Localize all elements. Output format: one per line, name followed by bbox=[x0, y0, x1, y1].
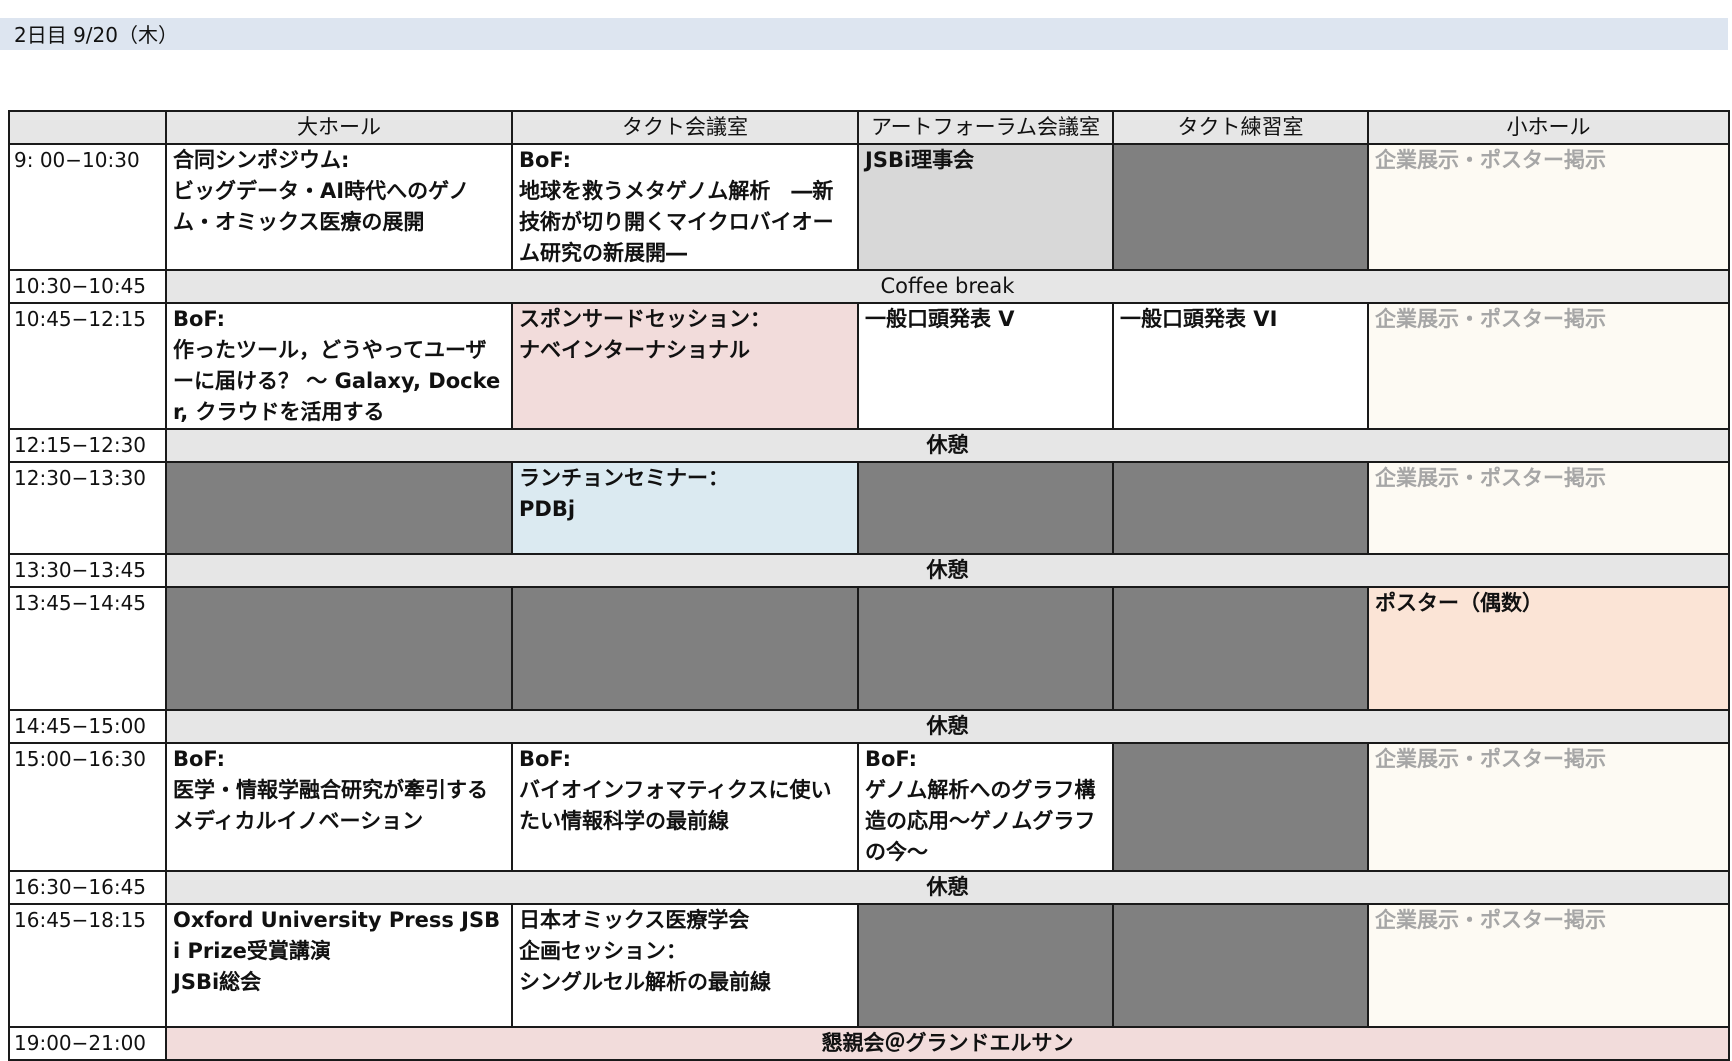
reception-row: 19:00−21:00 懇親会＠グランドエルサン bbox=[8, 1026, 1730, 1061]
header-room-takt-meeting: タクト会議室 bbox=[511, 110, 859, 145]
empty-cell bbox=[1112, 903, 1369, 1028]
session-cell: ランチョンセミナー： PDBj bbox=[511, 461, 859, 555]
break-cell: 休憩 bbox=[165, 553, 1730, 588]
poster-cell: ポスター（偶数） bbox=[1367, 586, 1730, 711]
day-title: 2日目 9/20（木） bbox=[0, 18, 1728, 50]
empty-cell bbox=[1112, 586, 1369, 711]
session-cell: 合同シンポジウム: ビッグデータ・AI時代へのゲノム・オミックス医療の展開 bbox=[165, 143, 513, 271]
session-cell: 一般口頭発表 V bbox=[857, 302, 1114, 430]
break-cell: 休憩 bbox=[165, 428, 1730, 463]
time-cell: 10:45−12:15 bbox=[8, 302, 167, 430]
time-cell: 14:45−15:00 bbox=[8, 709, 167, 744]
header-room-small-hall: 小ホール bbox=[1367, 110, 1730, 145]
time-cell: 15:00−16:30 bbox=[8, 742, 167, 872]
time-cell: 19:00−21:00 bbox=[8, 1026, 167, 1061]
exhibit-cell: 企業展示・ポスター掲示 bbox=[1367, 742, 1730, 872]
schedule-row: 15:00−16:30 BoF: 医学・情報学融合研究が牽引するメディカルイノベ… bbox=[8, 742, 1730, 872]
session-cell: Oxford University Press JSBi Prize受賞講演 J… bbox=[165, 903, 513, 1028]
empty-cell bbox=[1112, 143, 1369, 271]
time-cell: 13:30−13:45 bbox=[8, 553, 167, 588]
time-cell: 12:15−12:30 bbox=[8, 428, 167, 463]
empty-cell bbox=[1112, 461, 1369, 555]
header-room-takt-practice: タクト練習室 bbox=[1112, 110, 1369, 145]
break-row: 16:30−16:45 休憩 bbox=[8, 870, 1730, 905]
schedule-row: 16:45−18:15 Oxford University Press JSBi… bbox=[8, 903, 1730, 1028]
header-time bbox=[8, 110, 167, 145]
header-row: 大ホール タクト会議室 アートフォーラム会議室 タクト練習室 小ホール bbox=[8, 110, 1730, 145]
time-cell: 12:30−13:30 bbox=[8, 461, 167, 555]
empty-cell bbox=[857, 461, 1114, 555]
schedule-table: 大ホール タクト会議室 アートフォーラム会議室 タクト練習室 小ホール 9: 0… bbox=[8, 110, 1730, 1061]
session-cell: BoF: 地球を救うメタゲノム解析 ―新技術が切り開くマイクロバイオーム研究の新… bbox=[511, 143, 859, 271]
time-cell: 16:30−16:45 bbox=[8, 870, 167, 905]
reception-cell: 懇親会＠グランドエルサン bbox=[165, 1026, 1730, 1061]
exhibit-cell: 企業展示・ポスター掲示 bbox=[1367, 903, 1730, 1028]
break-cell: Coffee break bbox=[165, 269, 1730, 304]
session-cell: BoF: ゲノム解析へのグラフ構造の応用～ゲノムグラフの今～ bbox=[857, 742, 1114, 872]
empty-cell bbox=[857, 903, 1114, 1028]
time-cell: 10:30−10:45 bbox=[8, 269, 167, 304]
exhibit-cell: 企業展示・ポスター掲示 bbox=[1367, 302, 1730, 430]
exhibit-cell: 企業展示・ポスター掲示 bbox=[1367, 461, 1730, 555]
break-row: 12:15−12:30 休憩 bbox=[8, 428, 1730, 463]
session-cell: BoF: 作ったツール，どうやってユーザーに届ける？ ～ Galaxy, Doc… bbox=[165, 302, 513, 430]
exhibit-cell: 企業展示・ポスター掲示 bbox=[1367, 143, 1730, 271]
schedule-row: 9: 00−10:30 合同シンポジウム: ビッグデータ・AI時代へのゲノム・オ… bbox=[8, 143, 1730, 271]
session-cell: 一般口頭発表 VI bbox=[1112, 302, 1369, 430]
break-cell: 休憩 bbox=[165, 709, 1730, 744]
time-cell: 16:45−18:15 bbox=[8, 903, 167, 1028]
break-cell: 休憩 bbox=[165, 870, 1730, 905]
header-room-art-forum: アートフォーラム会議室 bbox=[857, 110, 1114, 145]
header-room-main-hall: 大ホール bbox=[165, 110, 513, 145]
empty-cell bbox=[165, 586, 513, 711]
schedule-row: 12:30−13:30 ランチョンセミナー： PDBj 企業展示・ポスター掲示 bbox=[8, 461, 1730, 555]
session-cell: 日本オミックス医療学会 企画セッション： シングルセル解析の最前線 bbox=[511, 903, 859, 1028]
schedule-row: 10:45−12:15 BoF: 作ったツール，どうやってユーザーに届ける？ ～… bbox=[8, 302, 1730, 430]
session-cell: BoF: 医学・情報学融合研究が牽引するメディカルイノベーション bbox=[165, 742, 513, 872]
break-row: 10:30−10:45 Coffee break bbox=[8, 269, 1730, 304]
schedule-row: 13:45−14:45 ポスター（偶数） bbox=[8, 586, 1730, 711]
time-cell: 9: 00−10:30 bbox=[8, 143, 167, 271]
time-cell: 13:45−14:45 bbox=[8, 586, 167, 711]
empty-cell bbox=[165, 461, 513, 555]
empty-cell bbox=[511, 586, 859, 711]
break-row: 13:30−13:45 休憩 bbox=[8, 553, 1730, 588]
empty-cell bbox=[857, 586, 1114, 711]
empty-cell bbox=[1112, 742, 1369, 872]
session-cell: JSBi理事会 bbox=[857, 143, 1114, 271]
break-row: 14:45−15:00 休憩 bbox=[8, 709, 1730, 744]
session-cell: BoF: バイオインフォマティクスに使いたい情報科学の最前線 bbox=[511, 742, 859, 872]
session-cell: スポンサードセッション： ナベインターナショナル bbox=[511, 302, 859, 430]
